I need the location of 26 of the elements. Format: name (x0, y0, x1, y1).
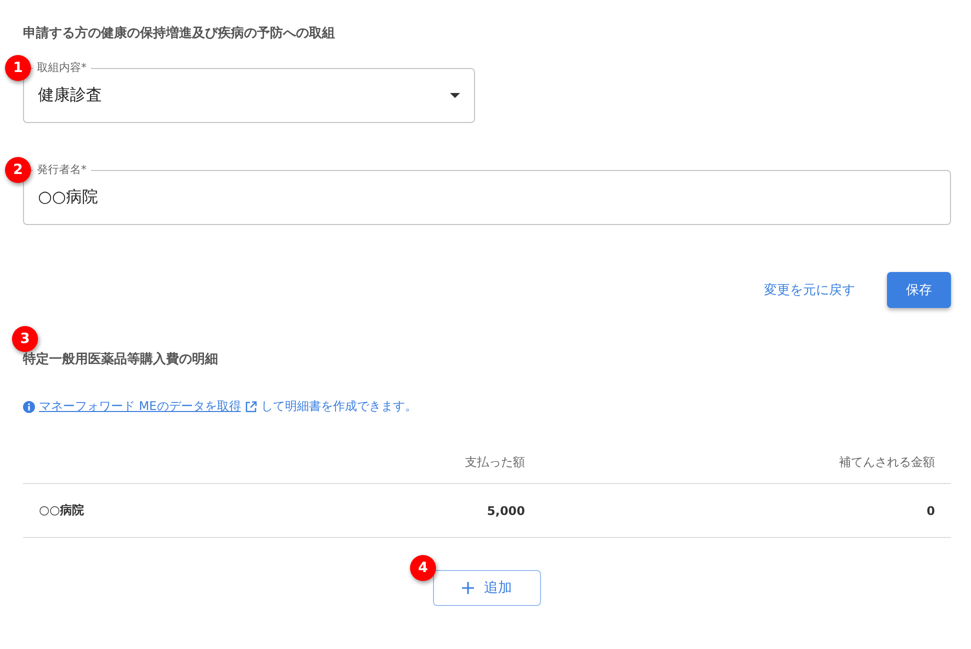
column-header: 支払った額 (464, 454, 526, 470)
table-cell-text: 0 (926, 504, 936, 518)
revert-link[interactable]: 変更を元に戻す (764, 275, 855, 305)
section-title: 申請する方の健康の保持増進及び疾病の予防への取組 (23, 24, 336, 42)
field-value: 健康診査 (38, 84, 103, 106)
input-field[interactable]: 発行者名* ○○病院 (23, 162, 951, 225)
step-marker: 2 (5, 157, 31, 183)
plus-icon (462, 582, 474, 594)
step-marker: 3 (12, 326, 38, 352)
add-button[interactable]: 追加 (433, 570, 541, 606)
select-field[interactable]: 取組内容* 健康診査 (23, 60, 475, 123)
dropdown-caret-icon (450, 92, 460, 98)
save-button[interactable]: 保存 (887, 272, 951, 308)
section-title: 特定一般用医薬品等購入費の明細 (23, 350, 219, 368)
info-icon (23, 400, 35, 412)
external-link-icon (244, 400, 257, 412)
field-value: ○○病院 (38, 186, 99, 208)
table-cell-text: 5,000 (486, 504, 526, 518)
field-label: 取組内容* (36, 60, 88, 76)
field-label: 発行者名* (36, 162, 88, 178)
column-header: 補てんされる金額 (838, 454, 936, 470)
step-marker: 1 (5, 55, 31, 81)
table-cell-text: ○○病院 (38, 502, 85, 519)
step-marker: 4 (410, 555, 436, 581)
data-import-link[interactable]: マネーフォワード MEのデータを取得 (39, 398, 241, 415)
info-text: して明細書を作成できます。 (260, 398, 417, 415)
